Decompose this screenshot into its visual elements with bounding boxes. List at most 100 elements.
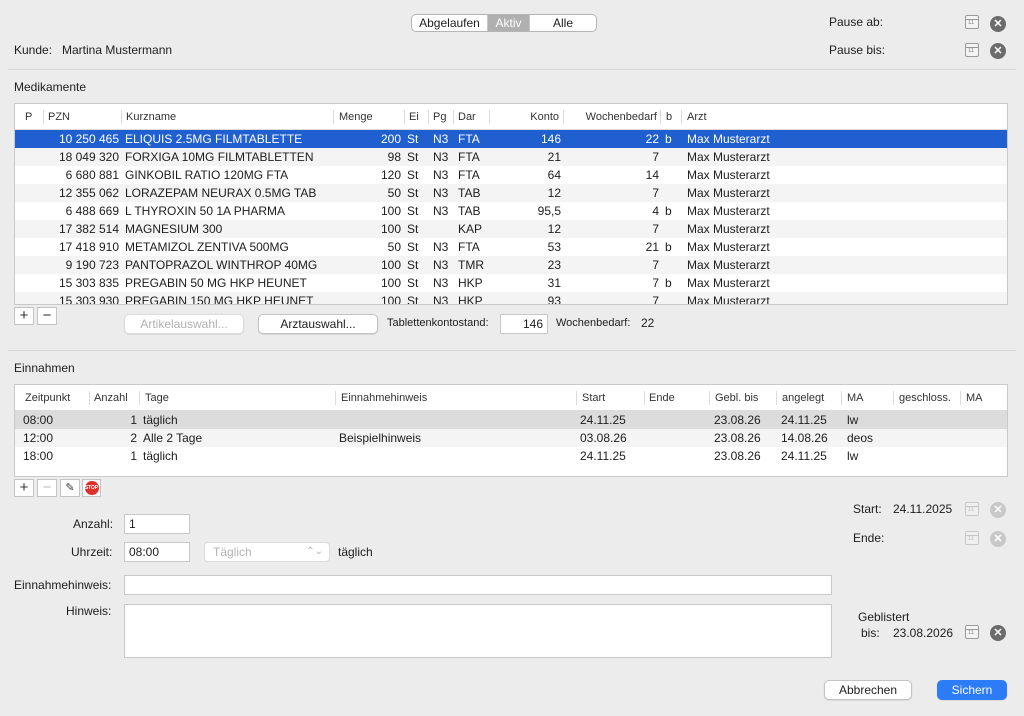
blistered-clear-icon[interactable]: ✕ (990, 625, 1006, 641)
cell-arzt: Max Musterarzt (687, 258, 770, 272)
col-konto[interactable]: Konto (495, 104, 559, 130)
edit-intake-icon[interactable]: ✎ (60, 479, 80, 497)
count-field[interactable]: 1 (124, 514, 190, 534)
col-ma-2[interactable]: MA (966, 385, 983, 411)
remove-intake-button[interactable]: − (37, 479, 57, 497)
start-clear-icon[interactable]: ✕ (990, 502, 1006, 518)
col-ende[interactable]: Ende (649, 385, 675, 411)
remove-medication-button[interactable]: − (37, 307, 57, 325)
col-pzn[interactable]: PZN (48, 104, 70, 130)
medication-row[interactable]: 17 382 514 MAGNESIUM 300 100 St KAP 12 7 Max Mu… (15, 220, 1007, 238)
segment-abgelaufen[interactable]: Abgelaufen (412, 15, 488, 31)
intake-row[interactable]: 18:00 1 täglich 24.11.25 23.08.26 24.11.25 lw (15, 447, 1007, 465)
col-separator (776, 391, 777, 405)
col-pg[interactable]: Pg (433, 104, 446, 130)
cell-name: PANTOPRAZOL WINTHROP 40MG (125, 258, 318, 272)
end-clear-icon[interactable]: ✕ (990, 531, 1006, 547)
customer-label: Kunde: (14, 43, 53, 57)
pause-from-label: Pause ab: (829, 15, 884, 29)
col-anzahl[interactable]: Anzahl (94, 385, 128, 411)
pause-from-clear-icon[interactable]: ✕ (990, 16, 1006, 32)
cell-arzt: Max Musterarzt (687, 204, 770, 218)
segment-aktiv[interactable]: Aktiv (488, 15, 530, 31)
frequency-select[interactable]: Täglich ⌃⌄ (204, 542, 330, 562)
end-calendar-icon[interactable] (965, 531, 979, 545)
col-angelegt[interactable]: angelegt (782, 385, 824, 411)
col-ei[interactable]: Ei (409, 104, 419, 130)
tablet-account-field[interactable]: 146 (500, 314, 548, 334)
cell-menge: 200 (380, 132, 401, 146)
note-textarea[interactable] (124, 604, 832, 658)
cell-konto: 23 (547, 258, 561, 272)
pause-until-clear-icon[interactable]: ✕ (990, 43, 1006, 59)
col-p[interactable]: P (25, 104, 32, 130)
col-menge[interactable]: Menge (339, 104, 373, 130)
medication-row[interactable]: 17 418 910 METAMIZOL ZENTIVA 500MG 50 St N3 F… (15, 238, 1007, 256)
count-label: Anzahl: (73, 517, 114, 531)
cell-ei: St (407, 150, 419, 164)
cell-hinweis: Beispielhinweis (339, 431, 422, 445)
col-einnahmehinweis[interactable]: Einnahmehinweis (341, 385, 427, 411)
medication-row[interactable]: 10 250 465 ELIQUIS 2.5MG FILMTABLETTE 200 S… (15, 130, 1007, 148)
add-intake-button[interactable]: + (14, 479, 34, 497)
cell-dar: HKP (458, 276, 483, 290)
weekly-need-label: Wochenbedarf: (556, 317, 631, 329)
col-separator (121, 110, 122, 124)
cell-pzn: 18 049 320 (58, 150, 119, 164)
add-medication-button[interactable]: + (14, 307, 34, 325)
pause-from-calendar-icon[interactable] (965, 15, 979, 29)
col-zeitpunkt[interactable]: Zeitpunkt (25, 385, 70, 411)
col-start[interactable]: Start (582, 385, 605, 411)
medication-row[interactable]: 15 303 930 PREGABIN 150 MG HKP HEUNET 100 S… (15, 292, 1007, 305)
intake-note-field[interactable] (124, 575, 832, 595)
cell-ei: St (407, 186, 419, 200)
pause-until-calendar-icon[interactable] (965, 43, 979, 57)
blistered-calendar-icon[interactable] (965, 625, 979, 639)
col-geschlossen[interactable]: geschloss. (899, 385, 951, 411)
medication-row[interactable]: 6 488 669 L THYROXIN 50 1A PHARMA 100 St N3 T… (15, 202, 1007, 220)
col-b[interactable]: b (666, 104, 672, 130)
cancel-button[interactable]: Abbrechen (824, 680, 912, 700)
cell-konto: 12 (547, 222, 561, 236)
cell-tage: täglich (143, 413, 178, 427)
col-arzt[interactable]: Arzt (687, 104, 707, 130)
cell-arzt: Max Musterarzt (687, 294, 770, 305)
cell-menge: 100 (380, 276, 401, 290)
medication-row[interactable]: 18 049 320 FORXIGA 10MG FILMTABLETTEN 98 St… (15, 148, 1007, 166)
intake-row[interactable]: 08:00 1 täglich 24.11.25 23.08.26 24.11.25 lw (15, 411, 1007, 429)
intake-row[interactable]: 12:00 2 Alle 2 Tage Beispielhinweis 03.08.26… (15, 429, 1007, 447)
col-ma[interactable]: MA (847, 385, 864, 411)
cell-dar: TAB (458, 204, 481, 218)
medication-row[interactable]: 12 355 062 LORAZEPAM NEURAX 0.5MG TAB 50 St… (15, 184, 1007, 202)
doctor-select-button[interactable]: Arztauswahl... (258, 314, 378, 334)
cell-name: FORXIGA 10MG FILMTABLETTEN (125, 150, 314, 164)
col-kurzname[interactable]: Kurzname (126, 104, 176, 130)
medication-row[interactable]: 9 190 723 PANTOPRAZOL WINTHROP 40MG 100 St N… (15, 256, 1007, 274)
stop-intake-button[interactable]: STOP (82, 479, 101, 497)
save-button[interactable]: Sichern (937, 680, 1007, 700)
col-tage[interactable]: Tage (145, 385, 169, 411)
medication-row[interactable]: 15 303 835 PREGABIN 50 MG HKP HEUNET 100 St… (15, 274, 1007, 292)
note-label: Hinweis: (66, 604, 112, 618)
cell-pzn: 17 382 514 (58, 222, 119, 236)
cell-name: PREGABIN 150 MG HKP HEUNET (125, 294, 314, 305)
cell-konto: 21 (547, 150, 561, 164)
time-field[interactable]: 08:00 (124, 542, 190, 562)
start-calendar-icon[interactable] (965, 502, 979, 516)
segment-alle[interactable]: Alle (530, 15, 596, 31)
cell-pg: N3 (433, 294, 449, 305)
col-wochenbedarf[interactable]: Wochenbedarf (568, 104, 657, 130)
medications-title: Medikamente (14, 80, 87, 94)
cell-arzt: Max Musterarzt (687, 150, 770, 164)
col-dar[interactable]: Dar (458, 104, 476, 130)
cell-pg: N3 (433, 168, 449, 182)
cell-b: b (665, 240, 672, 254)
cell-start: 24.11.25 (580, 449, 626, 463)
cell-wb: 7 (652, 186, 659, 200)
cell-wb: 14 (645, 168, 659, 182)
article-select-button[interactable]: Artikelauswahl... (124, 314, 244, 334)
medication-row[interactable]: 6 680 881 GINKOBIL RATIO 120MG FTA 120 St N3… (15, 166, 1007, 184)
col-separator (404, 110, 405, 124)
weekly-need-value: 22 (641, 316, 655, 330)
col-gebl-bis[interactable]: Gebl. bis (715, 385, 758, 411)
